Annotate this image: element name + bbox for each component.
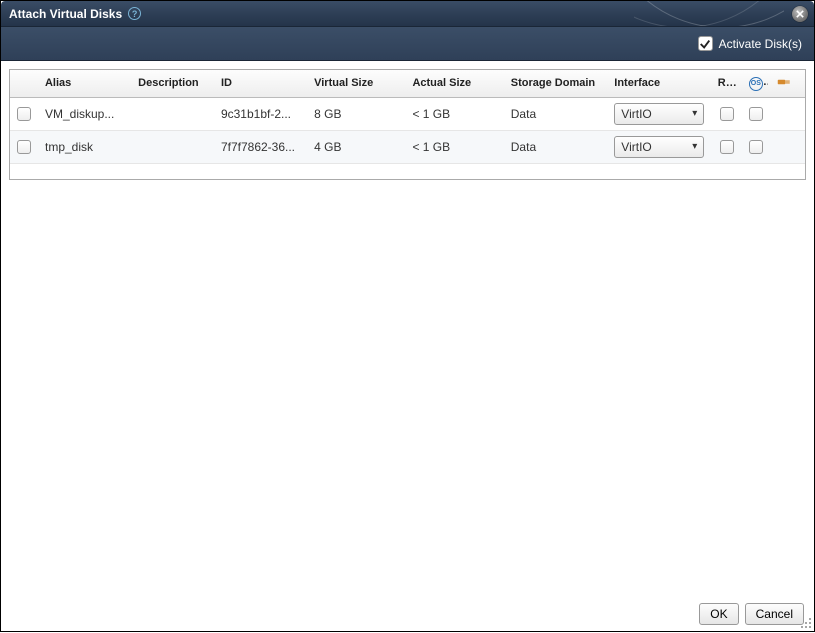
cell-plug bbox=[768, 130, 805, 163]
cell-storage-domain: Data bbox=[505, 97, 609, 130]
header-plug[interactable] bbox=[768, 70, 805, 97]
close-button[interactable] bbox=[792, 6, 808, 22]
header-storage-domain[interactable]: Storage Domain bbox=[505, 70, 609, 97]
table-row[interactable]: VM_diskup...9c31b1bf-2...8 GB< 1 GBDataV… bbox=[10, 97, 805, 130]
table-header-row: Alias Description ID Virtual Size Actual… bbox=[10, 70, 805, 97]
disks-table: Alias Description ID Virtual Size Actual… bbox=[10, 70, 805, 164]
header-alias[interactable]: Alias bbox=[39, 70, 132, 97]
table-row[interactable]: tmp_disk7f7f7862-36...4 GB< 1 GBDataVirt… bbox=[10, 130, 805, 163]
ro-checkbox[interactable] bbox=[720, 107, 734, 121]
cell-interface: VirtIO ▾ bbox=[608, 97, 712, 130]
cell-description bbox=[132, 130, 215, 163]
cell-actual-size: < 1 GB bbox=[406, 97, 504, 130]
cell-alias: VM_diskup... bbox=[39, 97, 132, 130]
resize-grip-icon bbox=[799, 616, 813, 630]
disks-table-container: Alias Description ID Virtual Size Actual… bbox=[9, 69, 806, 180]
header-ro[interactable]: R/O bbox=[712, 70, 743, 97]
cell-actual-size: < 1 GB bbox=[406, 130, 504, 163]
dialog-button-bar: OK Cancel bbox=[699, 603, 804, 625]
cell-storage-domain: Data bbox=[505, 130, 609, 163]
checkmark-icon bbox=[699, 38, 711, 50]
activate-disks-area: Activate Disk(s) bbox=[698, 36, 802, 51]
header-id[interactable]: ID bbox=[215, 70, 308, 97]
plug-icon bbox=[777, 78, 795, 90]
dialog-title: Attach Virtual Disks bbox=[9, 7, 122, 21]
cell-virtual-size: 8 GB bbox=[308, 97, 406, 130]
cell-id: 9c31b1bf-2... bbox=[215, 97, 308, 130]
chevron-down-icon: ▾ bbox=[692, 108, 697, 119]
interface-value: VirtIO bbox=[621, 107, 651, 121]
interface-select[interactable]: VirtIO ▾ bbox=[614, 136, 704, 158]
ro-checkbox[interactable] bbox=[720, 140, 734, 154]
help-icon[interactable]: ? bbox=[128, 7, 141, 20]
os-icon: OS bbox=[749, 77, 763, 91]
resize-grip[interactable] bbox=[799, 616, 813, 630]
cell-interface: VirtIO ▾ bbox=[608, 130, 712, 163]
activate-disks-label: Activate Disk(s) bbox=[719, 37, 802, 51]
header-os[interactable]: OS bbox=[743, 70, 768, 97]
title-decoration bbox=[634, 1, 784, 26]
cell-alias: tmp_disk bbox=[39, 130, 132, 163]
ok-button[interactable]: OK bbox=[699, 603, 738, 625]
cell-id: 7f7f7862-36... bbox=[215, 130, 308, 163]
cell-virtual-size: 4 GB bbox=[308, 130, 406, 163]
row-select-checkbox[interactable] bbox=[17, 140, 31, 154]
header-actual-size[interactable]: Actual Size bbox=[406, 70, 504, 97]
cell-plug bbox=[768, 97, 805, 130]
header-virtual-size[interactable]: Virtual Size bbox=[308, 70, 406, 97]
chevron-down-icon: ▾ bbox=[692, 141, 697, 152]
close-icon bbox=[796, 10, 804, 18]
cancel-button[interactable]: Cancel bbox=[745, 603, 804, 625]
header-interface[interactable]: Interface bbox=[608, 70, 712, 97]
cell-description bbox=[132, 97, 215, 130]
title-bar: Attach Virtual Disks ? bbox=[1, 1, 814, 27]
os-checkbox[interactable] bbox=[749, 107, 763, 121]
interface-select[interactable]: VirtIO ▾ bbox=[614, 103, 704, 125]
os-checkbox[interactable] bbox=[749, 140, 763, 154]
header-description[interactable]: Description bbox=[132, 70, 215, 97]
toolbar: Activate Disk(s) bbox=[1, 27, 814, 61]
row-select-checkbox[interactable] bbox=[17, 107, 31, 121]
activate-disks-checkbox[interactable] bbox=[698, 36, 713, 51]
interface-value: VirtIO bbox=[621, 140, 651, 154]
header-select bbox=[10, 70, 39, 97]
